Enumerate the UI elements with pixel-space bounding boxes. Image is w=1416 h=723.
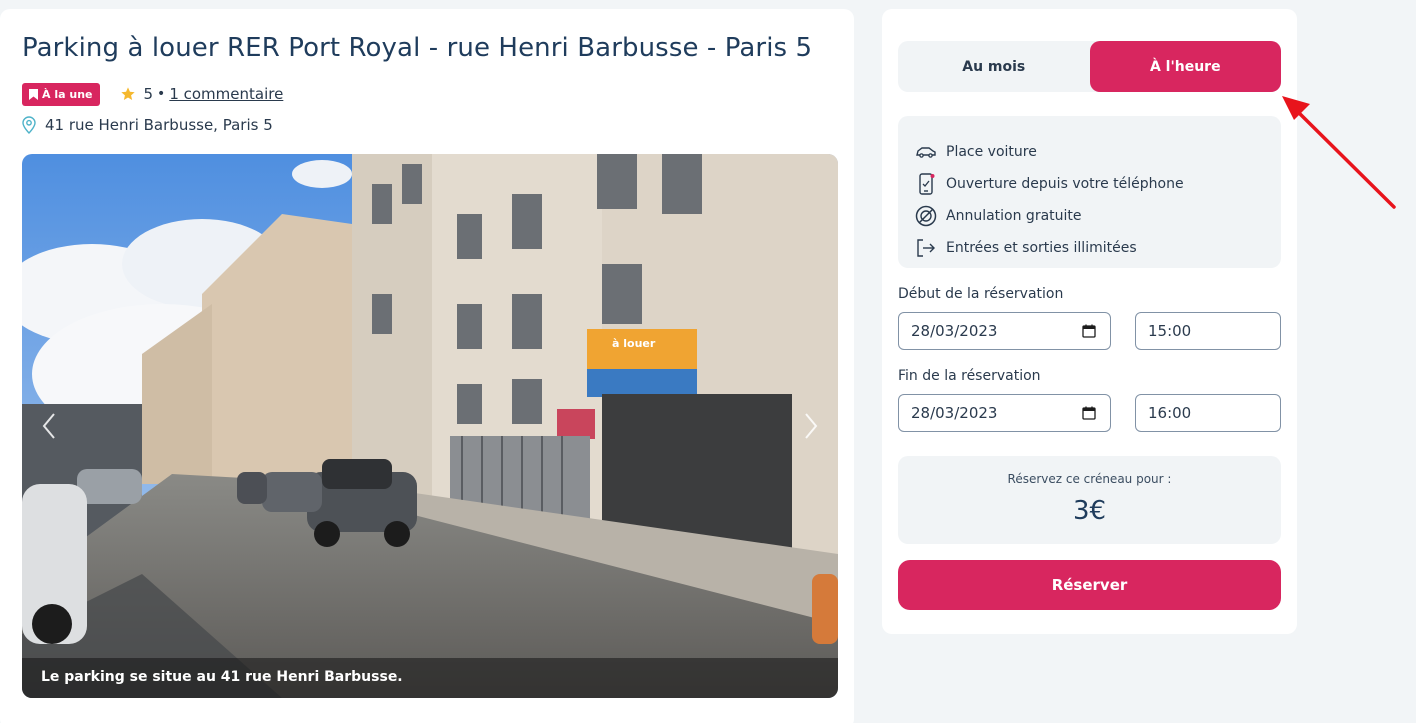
end-date-value: 28/03/2023 (911, 404, 998, 422)
feature-label: Annulation gratuite (946, 208, 1082, 224)
features-list: Place voiture Ouverture depuis votre tél… (898, 116, 1281, 268)
end-label: Fin de la réservation (898, 368, 1041, 384)
photo-carousel[interactable]: à louer Le parking se situe au 41 rue He… (22, 154, 838, 698)
address-text: 41 rue Henri Barbusse, Paris 5 (45, 116, 273, 134)
reviews-link[interactable]: 1 commentaire (169, 85, 283, 103)
exit-icon (917, 239, 935, 257)
carousel-next-button[interactable] (798, 410, 822, 442)
tab-monthly[interactable]: Au mois (898, 41, 1090, 92)
separator-dot: • (157, 86, 166, 102)
phone-icon (919, 173, 935, 195)
start-date-input[interactable]: 28/03/2023 (898, 312, 1111, 350)
feature-label: Entrées et sorties illimitées (946, 240, 1137, 256)
start-date-value: 28/03/2023 (911, 322, 998, 340)
tab-hourly[interactable]: À l'heure (1089, 41, 1281, 92)
price-label: Réservez ce créneau pour : (1007, 472, 1172, 486)
start-time-input[interactable]: 15:00 (1135, 312, 1281, 350)
listing-card: Parking à louer RER Port Royal - rue Hen… (0, 9, 854, 723)
end-time-input[interactable]: 16:00 (1135, 394, 1281, 432)
parking-street-photo: à louer (22, 154, 838, 698)
feature-unlimited-access: Entrées et sorties illimitées (914, 232, 1265, 264)
feature-label: Ouverture depuis votre téléphone (946, 176, 1184, 192)
featured-badge-label: À la une (42, 87, 93, 101)
rating-value: 5 (143, 85, 154, 103)
feature-label: Place voiture (946, 144, 1037, 160)
annotation-arrow-icon (1282, 96, 1396, 209)
carousel-prev-button[interactable] (38, 410, 62, 442)
reserve-button[interactable]: Réserver (898, 560, 1281, 610)
photo-caption: Le parking se situe au 41 rue Henri Barb… (22, 658, 838, 698)
booking-card: Au mois À l'heure Place voiture Ouvertur… (882, 9, 1297, 634)
price-summary: Réservez ce créneau pour : 3€ (898, 456, 1281, 544)
car-icon (916, 147, 936, 158)
listing-meta: À la une 5 • 1 commentaire (22, 82, 283, 106)
price-value: 3€ (1072, 496, 1107, 526)
start-label: Début de la réservation (898, 286, 1064, 302)
feature-phone-access: Ouverture depuis votre téléphone (914, 168, 1265, 200)
page-title: Parking à louer RER Port Royal - rue Hen… (22, 33, 813, 63)
start-time-value: 15:00 (1148, 322, 1192, 340)
feature-free-cancellation: Annulation gratuite (914, 200, 1265, 232)
featured-badge: À la une (22, 82, 100, 106)
end-date-input[interactable]: 28/03/2023 (898, 394, 1111, 432)
photo-sign-text: à louer (612, 337, 656, 350)
feature-car-spot: Place voiture (914, 136, 1265, 168)
address: 41 rue Henri Barbusse, Paris 5 (22, 116, 273, 134)
location-pin-icon (22, 116, 36, 134)
end-time-value: 16:00 (1148, 404, 1192, 422)
pricing-tabs: Au mois À l'heure (898, 41, 1281, 92)
calendar-icon[interactable] (1082, 324, 1096, 338)
no-fee-icon (915, 205, 937, 227)
calendar-icon[interactable] (1082, 406, 1096, 420)
star-icon (120, 87, 135, 100)
bookmark-icon (29, 88, 38, 100)
